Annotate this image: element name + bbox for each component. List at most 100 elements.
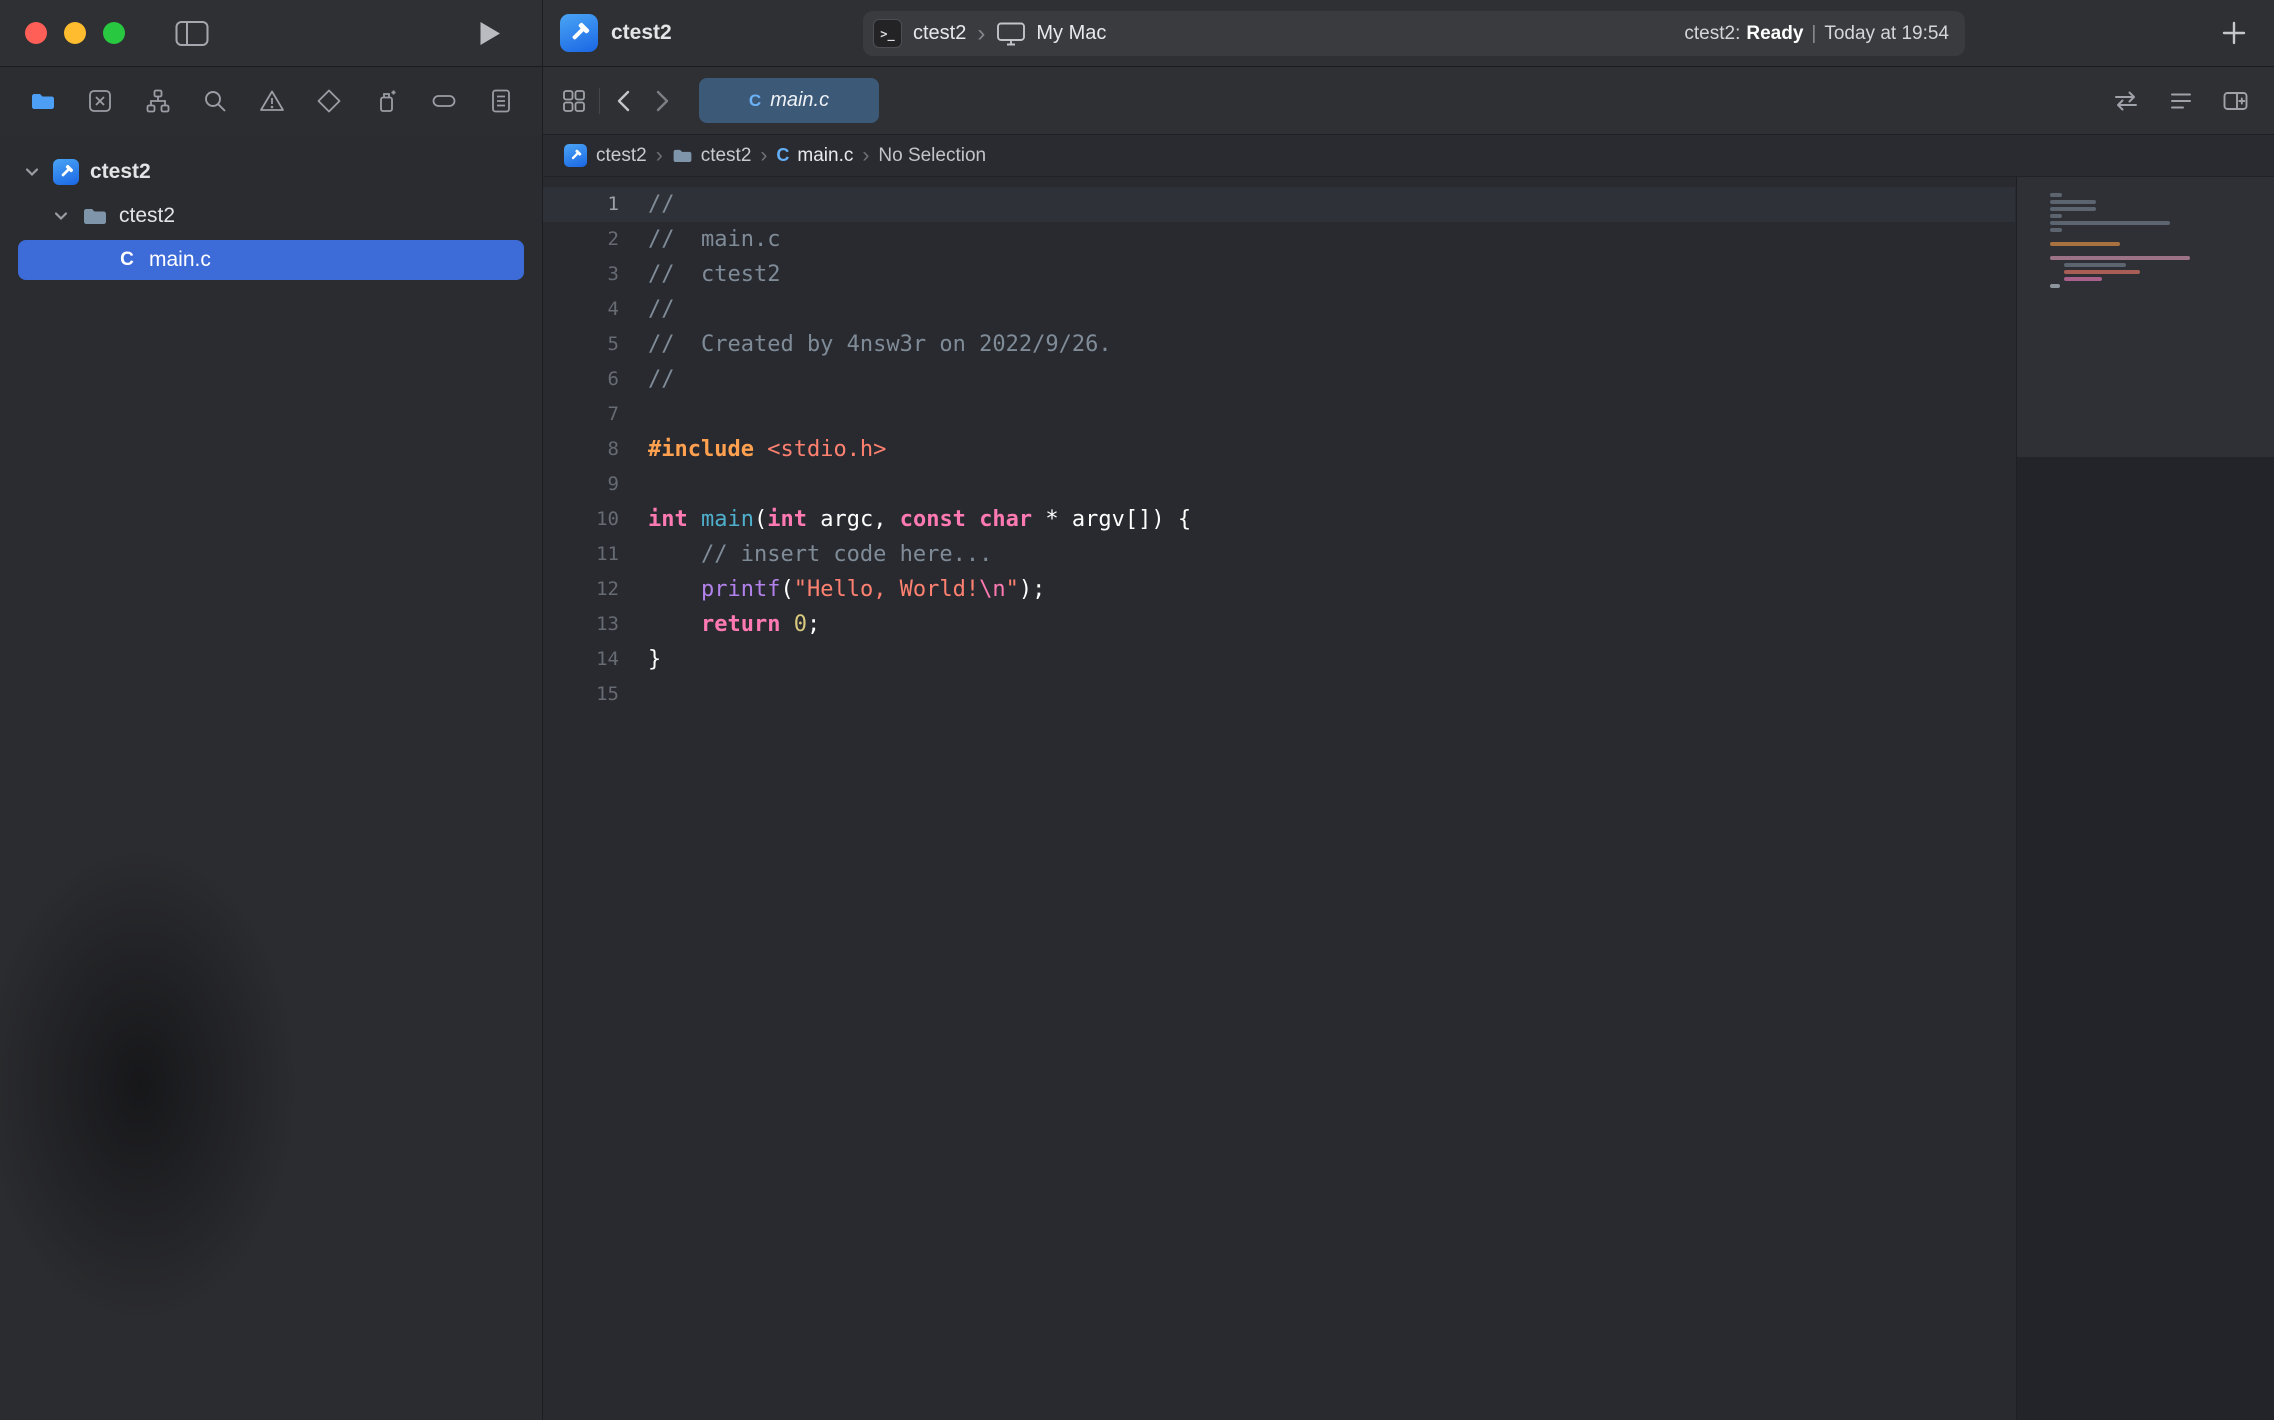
tree-row-project[interactable]: ctest2 (0, 150, 542, 194)
jump-bar: ctest2 › ctest2 › C main.c › No Selectio… (543, 135, 2274, 177)
c-file-icon: C (776, 145, 789, 166)
code-line[interactable]: 2// main.c (543, 222, 2015, 257)
line-number: 4 (543, 292, 619, 327)
minimap-line (2064, 263, 2126, 267)
c-file-icon: C (749, 91, 761, 111)
code-line[interactable]: 5// Created by 4nsw3r on 2022/9/26. (543, 327, 2015, 362)
tree-row-file-selected[interactable]: C main.c (18, 240, 524, 280)
editor-grid-icon[interactable] (561, 88, 587, 114)
minimize-button[interactable] (64, 22, 86, 44)
code-line[interactable]: 7 (543, 397, 2015, 432)
jumpbar-file[interactable]: main.c (797, 145, 853, 167)
tests-navigator-icon[interactable] (316, 88, 342, 114)
editor-options-icon[interactable] (2168, 88, 2194, 114)
source-editor[interactable]: 1//2// main.c3// ctest24//5// Created by… (543, 177, 2274, 1420)
navigator-column: ctest2 ctest2 C main.c (0, 0, 543, 1420)
back-button[interactable] (613, 88, 635, 114)
jumpbar-project[interactable]: ctest2 (596, 145, 647, 167)
tab-main-c[interactable]: C main.c (699, 78, 879, 123)
symbols-navigator-icon[interactable] (145, 88, 171, 114)
code-review-icon[interactable] (2112, 88, 2140, 114)
editor-tab-bar: C main.c (543, 67, 2274, 135)
jumpbar-selection[interactable]: No Selection (878, 145, 986, 167)
minimap-line (2050, 242, 2120, 246)
disclosure-chevron-icon[interactable] (24, 164, 40, 180)
reports-navigator-icon[interactable] (488, 88, 514, 114)
minimap-line (2050, 221, 2170, 225)
editor-column: ctest2 >_ ctest2 › My Mac ctest2:Ready|T… (543, 0, 2274, 1420)
close-button[interactable] (25, 22, 47, 44)
project-navigator-icon[interactable] (30, 88, 56, 114)
titlebar-main: ctest2 >_ ctest2 › My Mac ctest2:Ready|T… (543, 0, 2274, 67)
destination-selector[interactable]: My Mac (1036, 22, 1106, 45)
line-number: 3 (543, 257, 619, 292)
line-number: 13 (543, 607, 619, 642)
line-number: 1 (543, 187, 619, 222)
jumpbar-group[interactable]: ctest2 (701, 145, 752, 167)
line-number: 10 (543, 502, 619, 537)
my-mac-icon (996, 20, 1026, 47)
code-line[interactable]: 10int main(int argc, const char * argv[]… (543, 502, 2015, 537)
library-plus-button[interactable] (2220, 19, 2248, 47)
scheme-selector[interactable]: ctest2 (913, 22, 966, 45)
folder-icon (672, 145, 693, 166)
code-line[interactable]: 4// (543, 292, 2015, 327)
code-line[interactable]: 1// (543, 187, 2015, 222)
line-number: 11 (543, 537, 619, 572)
toggle-navigator-icon[interactable] (175, 20, 209, 47)
disclosure-chevron-icon[interactable] (53, 208, 69, 224)
editor-controls (2112, 88, 2249, 114)
code-line[interactable]: 14} (543, 642, 2015, 677)
zoom-button[interactable] (103, 22, 125, 44)
scheme-activity-bar: >_ ctest2 › My Mac ctest2:Ready|Today at… (863, 11, 1965, 56)
minimap-bars (2050, 193, 2264, 291)
code-line[interactable]: 8#include <stdio.h> (543, 432, 2015, 467)
code-line[interactable]: 15 (543, 677, 2015, 712)
titlebar-left (0, 0, 542, 67)
status-project: ctest2: (1684, 23, 1740, 44)
code-line[interactable]: 6// (543, 362, 2015, 397)
window-title: ctest2 (611, 21, 672, 45)
project-file-tree: ctest2 ctest2 C main.c (0, 135, 542, 1420)
activity-status[interactable]: ctest2:Ready|Today at 19:54 (1684, 23, 1949, 45)
run-button[interactable] (478, 20, 502, 47)
code-line[interactable]: 9 (543, 467, 2015, 502)
minimap-line (2050, 207, 2096, 211)
minimap-line (2050, 256, 2190, 260)
xcode-app-icon (560, 14, 598, 52)
find-navigator-icon[interactable] (202, 88, 228, 114)
traffic-lights (0, 22, 125, 44)
minimap[interactable] (2016, 177, 2274, 1420)
line-number: 9 (543, 467, 619, 502)
code-lines[interactable]: 1//2// main.c3// ctest24//5// Created by… (543, 177, 2274, 712)
xcode-project-icon (53, 159, 79, 185)
status-time: Today at 19:54 (1824, 23, 1949, 44)
tab-label: main.c (770, 89, 829, 112)
tabbar-divider (599, 88, 600, 114)
folder-icon (82, 203, 108, 229)
minimap-line (2050, 214, 2062, 218)
chevron-right-icon: › (656, 144, 663, 168)
line-number: 8 (543, 432, 619, 467)
xcode-window: ctest2 ctest2 C main.c ctest2 (0, 0, 2274, 1420)
line-number: 7 (543, 397, 619, 432)
breakpoints-navigator-icon[interactable] (431, 88, 457, 114)
tree-row-group[interactable]: ctest2 (0, 194, 542, 238)
issues-navigator-icon[interactable] (259, 88, 285, 114)
code-line[interactable]: 3// ctest2 (543, 257, 2015, 292)
chevron-right-icon: › (760, 144, 767, 168)
minimap-line (2050, 284, 2060, 288)
minimap-line (2050, 193, 2062, 197)
code-line[interactable]: 13 return 0; (543, 607, 2015, 642)
xcode-project-icon[interactable] (564, 144, 587, 167)
forward-button[interactable] (651, 88, 673, 114)
tree-label-project: ctest2 (90, 160, 151, 184)
code-line[interactable]: 12 printf("Hello, World!\n"); (543, 572, 2015, 607)
debug-navigator-icon[interactable] (374, 88, 400, 114)
add-editor-icon[interactable] (2222, 88, 2249, 114)
line-number: 2 (543, 222, 619, 257)
chevron-right-icon: › (977, 22, 985, 46)
source-control-navigator-icon[interactable] (87, 88, 113, 114)
status-state: Ready (1746, 23, 1803, 44)
code-line[interactable]: 11 // insert code here... (543, 537, 2015, 572)
